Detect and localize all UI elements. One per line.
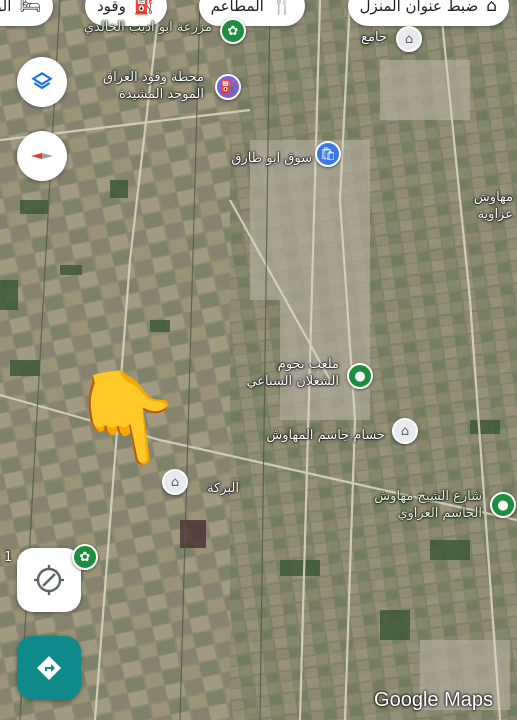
place-label-husam[interactable]: حسام جاسم المهاوش	[266, 428, 385, 445]
place-label-street[interactable]: شارع الشيخ مهاوش الجاسم العزاوي	[374, 489, 482, 523]
label-line: ملعب نجوم	[277, 357, 339, 372]
stadium-pin[interactable]: ●	[347, 363, 373, 389]
hotel-icon: 🛏	[19, 0, 41, 16]
place-label-market[interactable]: سوق ابو طارق	[231, 151, 312, 168]
barka-pin[interactable]: ⌂	[162, 469, 188, 495]
mosque-icon: ⌂	[170, 474, 180, 490]
label-line: الشعلان السباعي	[246, 373, 339, 389]
label-line: عزاوية	[477, 206, 513, 222]
gas-station-icon: ⛽	[219, 79, 237, 95]
compass-icon	[31, 153, 53, 159]
directions-icon	[37, 656, 61, 680]
place-label-barka[interactable]: البركة	[207, 481, 239, 498]
gas-station-icon: ⛽	[133, 0, 155, 16]
directions-button[interactable]	[17, 636, 81, 700]
place-label-left-edge[interactable]: 1	[4, 550, 12, 567]
chip-restaurants[interactable]: 🍴 المطاعم	[198, 0, 305, 26]
husam-pin[interactable]: ⌂	[392, 418, 418, 444]
stadium-icon: ●	[354, 368, 366, 384]
place-label-fuel-station[interactable]: محطة وقود العراق الموحد المشيدة	[103, 70, 204, 104]
farm-pin[interactable]: ✿	[220, 18, 246, 44]
restaurant-icon: 🍴	[271, 0, 293, 16]
location-crosshair-icon	[34, 565, 64, 595]
left-edge-pin[interactable]: ✿	[72, 544, 98, 570]
label-line: محطة وقود العراق	[103, 70, 204, 85]
place-label-stadium[interactable]: ملعب نجوم الشعلان السباعي	[246, 357, 339, 391]
compass-button[interactable]	[17, 131, 67, 181]
layers-icon	[31, 72, 53, 90]
google-maps-watermark: Google Maps	[374, 689, 493, 711]
pin-icon: ●	[497, 497, 509, 513]
mosque-pin-top[interactable]: ⌂	[396, 26, 422, 52]
layers-button[interactable]	[17, 57, 67, 107]
mosque-icon: ⌂	[400, 423, 410, 439]
chip-label: الق	[0, 0, 12, 15]
chip-label: المطاعم	[210, 0, 264, 15]
home-icon: ⌂	[486, 0, 497, 16]
pointing-hand-emoji: 👇	[63, 356, 192, 479]
place-label-farm[interactable]: مزرعة ابو اديب الخالدي	[84, 20, 212, 37]
label-line: شارع الشيخ مهاوش	[374, 489, 482, 504]
place-label-mahawish[interactable]: مهاوش عزاوية	[474, 190, 513, 224]
mosque-icon: ⌂	[404, 31, 414, 47]
fuel-station-pin[interactable]: ⛽	[215, 74, 241, 100]
flower-icon: ✿	[79, 549, 91, 565]
label-line: الجاسم العزاوي	[397, 505, 482, 521]
chip-home-address[interactable]: ⌂ ضبط عنوان المنزل	[347, 0, 509, 26]
street-pin[interactable]: ●	[490, 492, 516, 518]
label-line: الموحد المشيدة	[118, 86, 204, 102]
chip-label: وقود	[96, 0, 126, 15]
label-line: مهاوش	[473, 190, 513, 205]
chip-label: ضبط عنوان المنزل	[359, 0, 479, 15]
place-label-mosque[interactable]: جامع	[361, 30, 387, 47]
shopping-bag-icon: 🛍	[319, 146, 337, 162]
market-pin[interactable]: 🛍	[315, 141, 341, 167]
tree-icon: ✿	[227, 23, 239, 39]
